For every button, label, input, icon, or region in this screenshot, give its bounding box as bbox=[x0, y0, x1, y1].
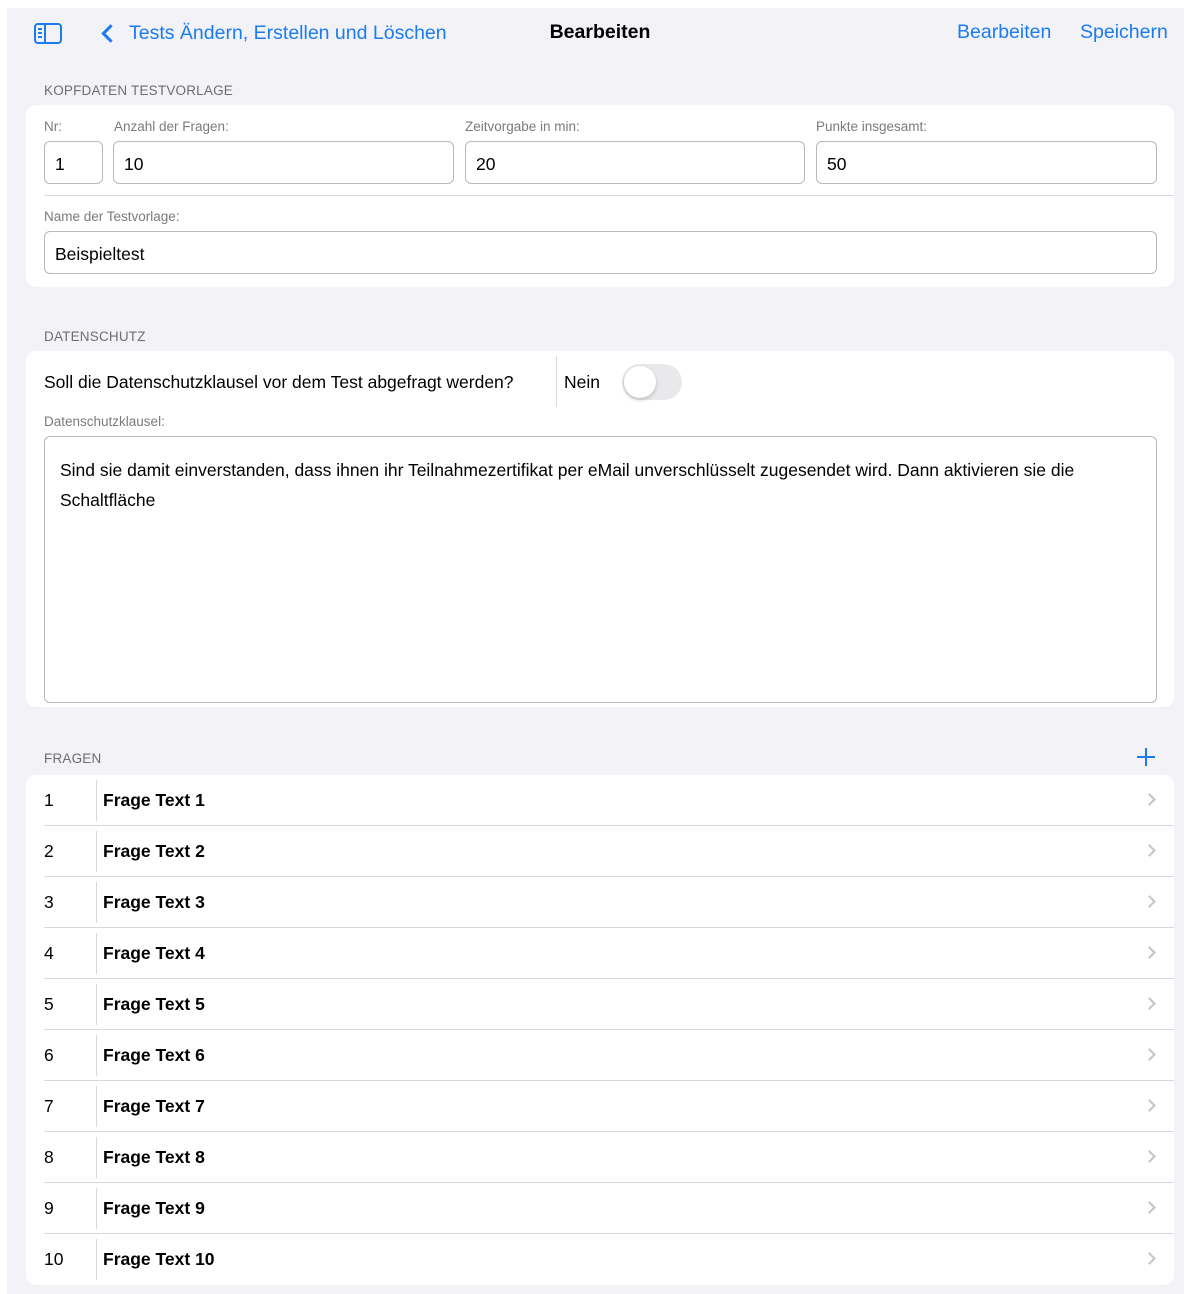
question-row[interactable]: 1 Frage Text 1 bbox=[26, 775, 1174, 826]
chevron-right-icon bbox=[1143, 1252, 1156, 1265]
section-header-fragen: FRAGEN bbox=[44, 751, 102, 766]
question-number: 1 bbox=[44, 790, 54, 810]
clause-label: Datenschutzklausel: bbox=[44, 414, 165, 429]
punkte-label: Punkte insgesamt: bbox=[816, 119, 928, 134]
question-text: Frage Text 1 bbox=[103, 790, 205, 810]
question-number: 5 bbox=[44, 994, 54, 1014]
anzahl-label: Anzahl der Fragen: bbox=[114, 119, 229, 134]
question-number: 6 bbox=[44, 1045, 54, 1065]
divider bbox=[44, 195, 1174, 196]
divider bbox=[96, 933, 97, 974]
divider bbox=[96, 831, 97, 872]
question-row[interactable]: 7 Frage Text 7 bbox=[26, 1081, 1174, 1132]
question-number: 4 bbox=[44, 943, 54, 963]
question-number: 7 bbox=[44, 1096, 54, 1116]
sidebar-toggle-icon[interactable] bbox=[34, 23, 62, 44]
chevron-right-icon bbox=[1143, 997, 1156, 1010]
question-text: Frage Text 8 bbox=[103, 1147, 205, 1167]
question-text: Frage Text 9 bbox=[103, 1198, 205, 1218]
save-button[interactable]: Speichern bbox=[1080, 21, 1168, 44]
edit-button[interactable]: Bearbeiten bbox=[957, 21, 1051, 44]
divider bbox=[96, 1086, 97, 1127]
kopfdaten-card: Nr: Anzahl der Fragen: Zeitvorgabe in mi… bbox=[26, 105, 1174, 287]
question-row[interactable]: 9 Frage Text 9 bbox=[26, 1183, 1174, 1234]
question-text: Frage Text 2 bbox=[103, 841, 205, 861]
question-row[interactable]: 6 Frage Text 6 bbox=[26, 1030, 1174, 1081]
question-row[interactable]: 4 Frage Text 4 bbox=[26, 928, 1174, 979]
question-row[interactable]: 2 Frage Text 2 bbox=[26, 826, 1174, 877]
question-number: 8 bbox=[44, 1147, 54, 1167]
chevron-right-icon bbox=[1143, 1150, 1156, 1163]
question-number: 10 bbox=[44, 1249, 64, 1269]
privacy-toggle[interactable] bbox=[622, 364, 682, 400]
question-number: 3 bbox=[44, 892, 54, 912]
datenschutz-card: Soll die Datenschutzklausel vor dem Test… bbox=[26, 351, 1174, 707]
punkte-field[interactable]: 50 bbox=[816, 141, 1157, 184]
anzahl-field[interactable]: 10 bbox=[113, 141, 454, 184]
plus-icon[interactable] bbox=[1133, 744, 1159, 770]
question-text: Frage Text 6 bbox=[103, 1045, 205, 1065]
chevron-right-icon bbox=[1143, 844, 1156, 857]
question-text: Frage Text 10 bbox=[103, 1249, 215, 1269]
divider bbox=[96, 1188, 97, 1229]
zeit-label: Zeitvorgabe in min: bbox=[465, 119, 580, 134]
page-title: Bearbeiten bbox=[549, 21, 651, 43]
toggle-knob bbox=[624, 366, 656, 398]
section-header-kopfdaten: KOPFDATEN TESTVORLAGE bbox=[44, 83, 233, 98]
navigation-bar: Tests Ändern, Erstellen und Löschen Bear… bbox=[7, 8, 1184, 58]
clause-textarea[interactable]: Sind sie damit einverstanden, dass ihnen… bbox=[44, 436, 1157, 703]
question-text: Frage Text 3 bbox=[103, 892, 205, 912]
name-label: Name der Testvorlage: bbox=[44, 209, 180, 224]
zeit-field[interactable]: 20 bbox=[465, 141, 805, 184]
back-button-label: Tests Ändern, Erstellen und Löschen bbox=[129, 21, 447, 44]
divider bbox=[96, 1035, 97, 1076]
question-number: 9 bbox=[44, 1198, 54, 1218]
divider bbox=[96, 1137, 97, 1178]
question-row[interactable]: 3 Frage Text 3 bbox=[26, 877, 1174, 928]
chevron-right-icon bbox=[1143, 793, 1156, 806]
fragen-card: 1 Frage Text 1 2 Frage Text 2 3 Frage Text 3 4… bbox=[26, 775, 1174, 1285]
question-text: Frage Text 7 bbox=[103, 1096, 205, 1116]
question-number: 2 bbox=[44, 841, 54, 861]
question-row[interactable]: 5 Frage Text 5 bbox=[26, 979, 1174, 1030]
nr-label: Nr: bbox=[44, 119, 62, 134]
chevron-right-icon bbox=[1143, 946, 1156, 959]
divider bbox=[556, 356, 557, 407]
chevron-right-icon bbox=[1143, 1048, 1156, 1061]
divider bbox=[96, 780, 97, 821]
question-row[interactable]: 10 Frage Text 10 bbox=[26, 1234, 1174, 1285]
divider bbox=[96, 882, 97, 923]
section-header-datenschutz: DATENSCHUTZ bbox=[44, 329, 146, 344]
chevron-right-icon bbox=[1143, 1201, 1156, 1214]
divider bbox=[96, 984, 97, 1025]
chevron-right-icon bbox=[1143, 1099, 1156, 1112]
nr-field[interactable]: 1 bbox=[44, 141, 103, 184]
divider bbox=[96, 1239, 97, 1280]
back-button[interactable]: Tests Ändern, Erstellen und Löschen bbox=[99, 20, 447, 46]
screen: Tests Ändern, Erstellen und Löschen Bear… bbox=[7, 8, 1184, 1294]
chevron-left-icon bbox=[101, 23, 120, 43]
question-text: Frage Text 5 bbox=[103, 994, 205, 1014]
privacy-question: Soll die Datenschutzklausel vor dem Test… bbox=[44, 372, 514, 392]
chevron-right-icon bbox=[1143, 895, 1156, 908]
toggle-status-text: Nein bbox=[564, 372, 600, 392]
name-field[interactable]: Beispieltest bbox=[44, 231, 1157, 274]
question-row[interactable]: 8 Frage Text 8 bbox=[26, 1132, 1174, 1183]
question-text: Frage Text 4 bbox=[103, 943, 205, 963]
